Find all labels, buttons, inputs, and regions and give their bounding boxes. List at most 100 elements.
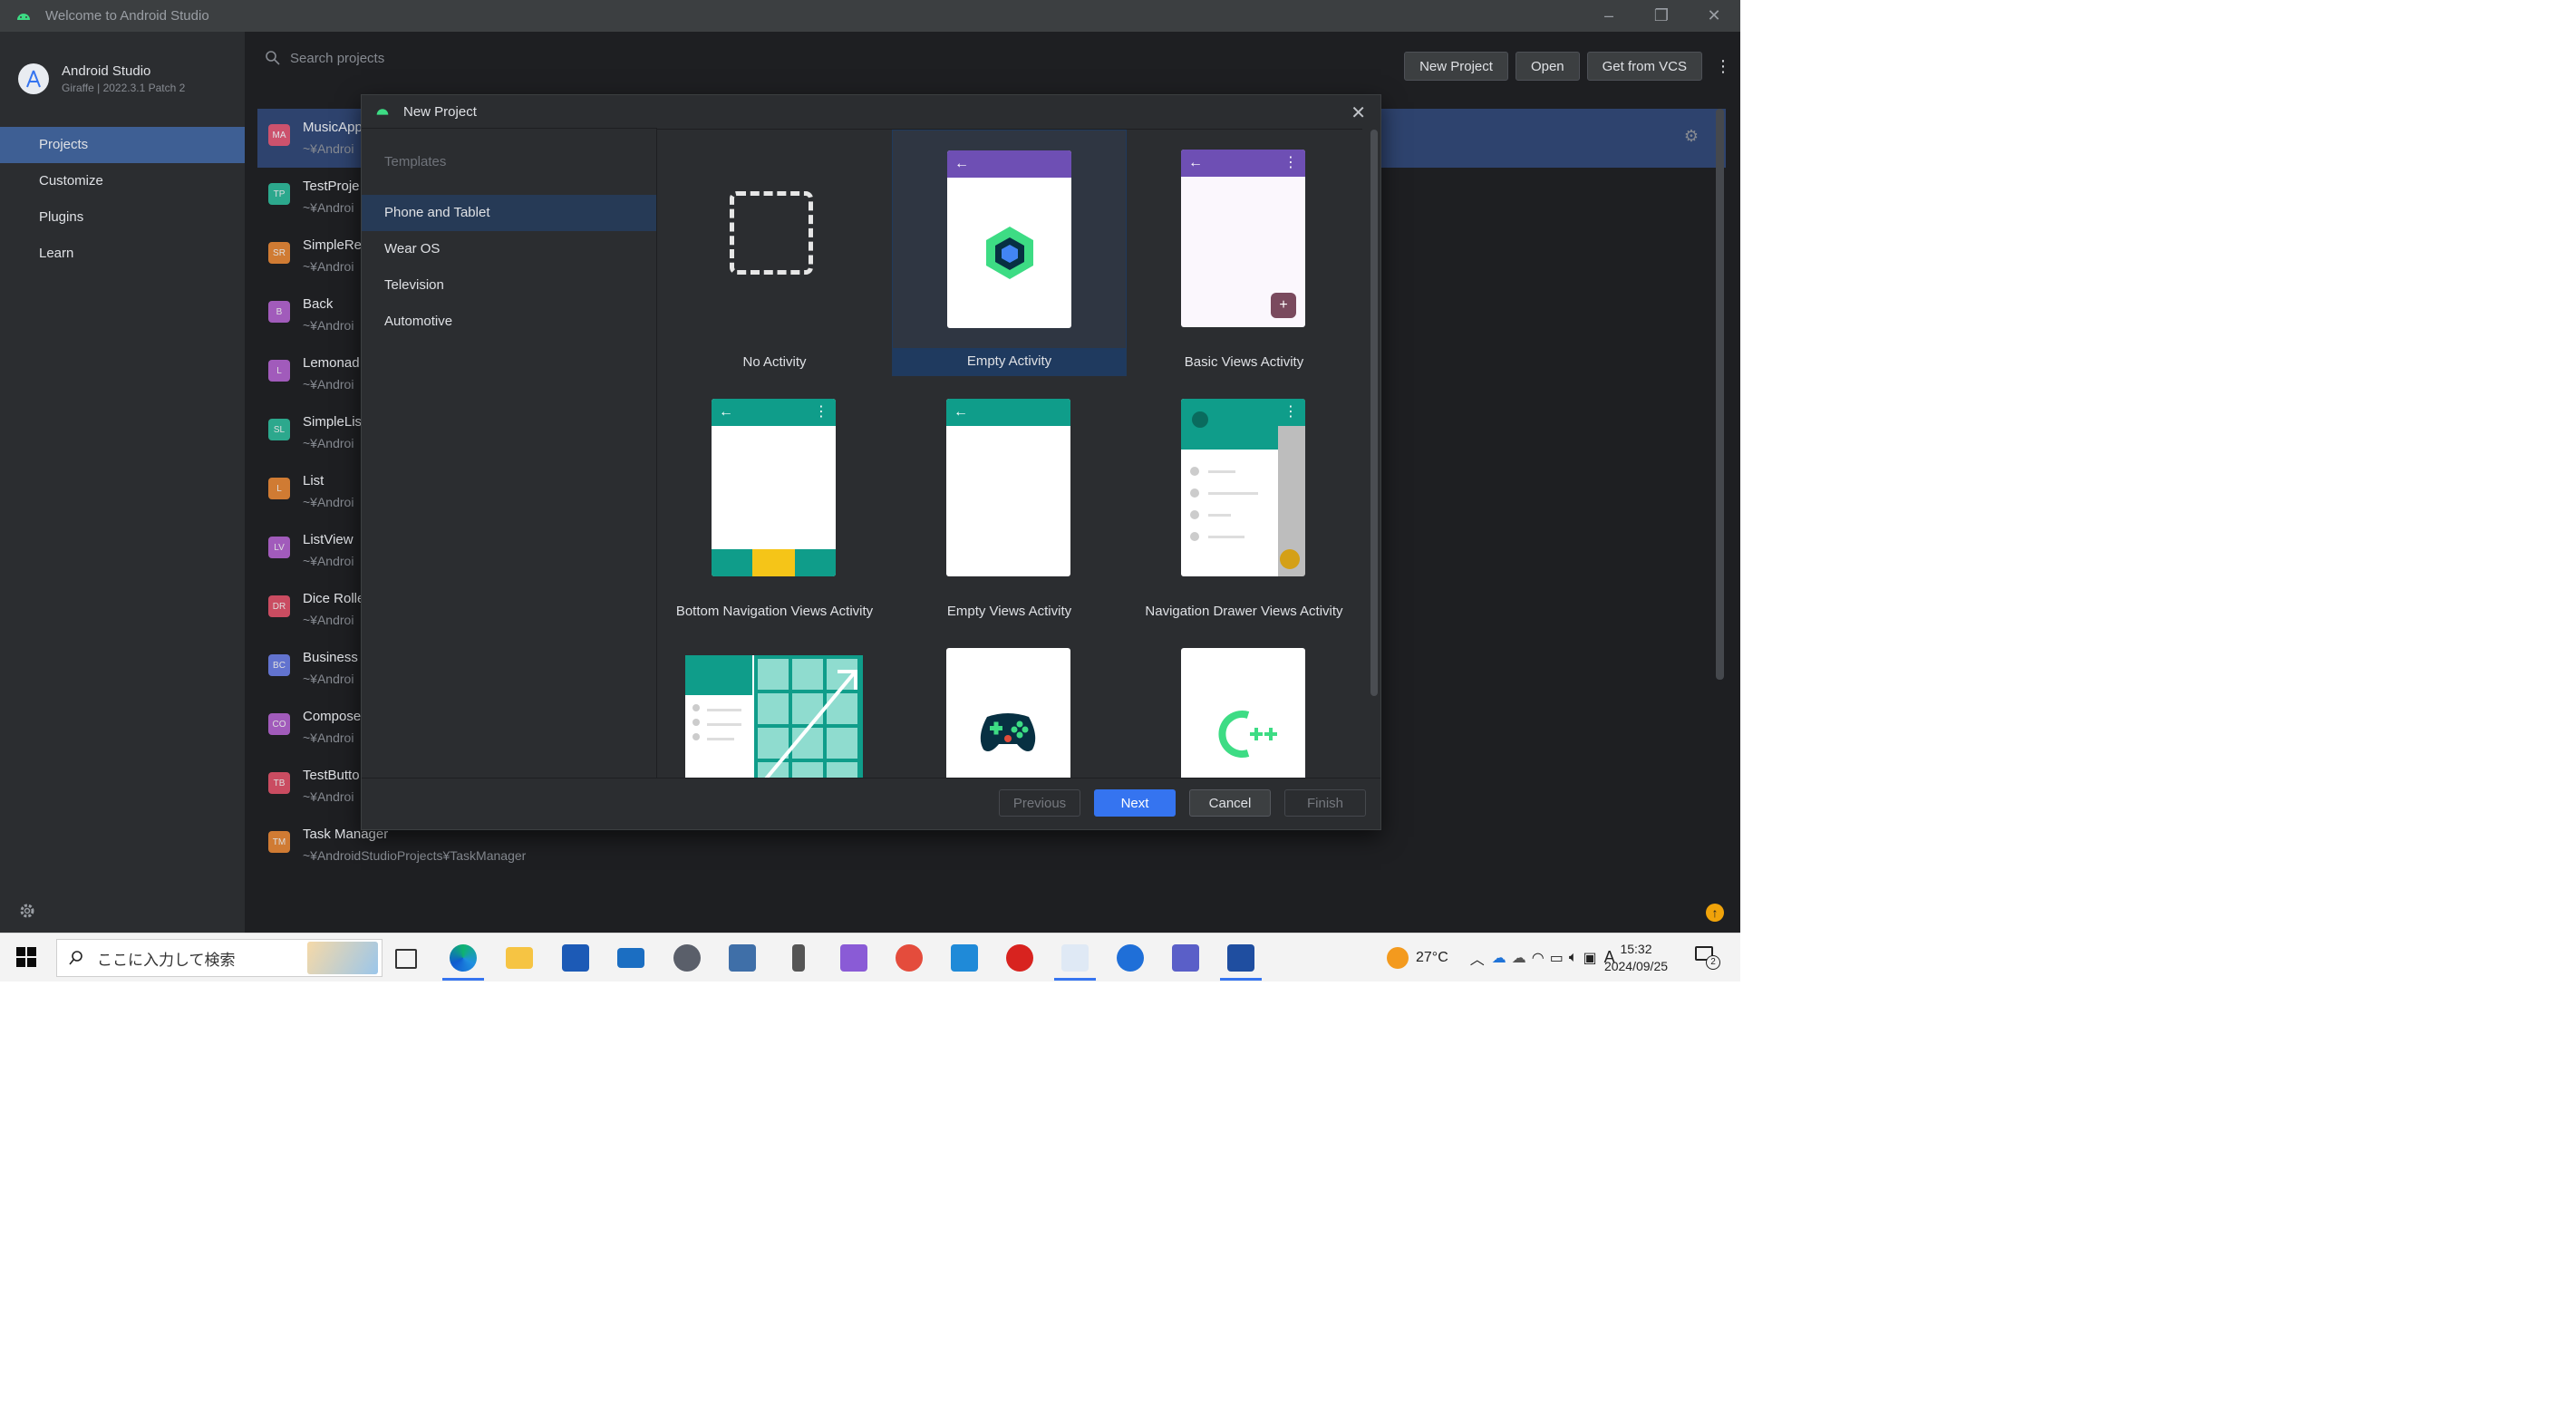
teams-icon[interactable] (1172, 944, 1199, 972)
project-badge: SR (268, 242, 290, 264)
sidebar-item-customize[interactable]: Customize (0, 163, 245, 199)
cancel-button[interactable]: Cancel (1189, 789, 1271, 817)
update-notification-icon[interactable]: ↑ (1706, 904, 1724, 922)
dialog-close-icon[interactable]: ✕ (1351, 102, 1366, 124)
project-badge: TM (268, 831, 290, 853)
new-project-dialog: New Project ✕ Templates Phone and Tablet… (361, 94, 1381, 830)
bottom-nav-bar (712, 549, 836, 576)
project-name: List (303, 473, 324, 488)
template-grid-scrollbar[interactable] (1370, 130, 1378, 696)
sidebar-nav: Projects Customize Plugins Learn (0, 127, 245, 272)
onedrive-icon[interactable]: ☁ (1492, 949, 1506, 967)
project-path: ~¥Androi (303, 495, 354, 509)
window-title: Welcome to Android Studio (45, 8, 209, 24)
clock[interactable]: 15:32 2024/09/25 (1595, 941, 1677, 975)
settings-app-icon[interactable] (729, 944, 756, 972)
sidebar-item-plugins[interactable]: Plugins (0, 199, 245, 236)
task-view-icon[interactable] (395, 949, 417, 969)
powershell-icon[interactable] (1227, 944, 1254, 972)
media-app-icon[interactable] (1006, 944, 1033, 972)
clock-time: 15:32 (1620, 942, 1652, 956)
project-name: SimpleLis (303, 414, 363, 430)
project-name: MusicApp (303, 120, 363, 135)
weather-temperature[interactable]: 27°C (1416, 950, 1448, 966)
taskbar-search-input[interactable]: ここに入力して検索 (97, 947, 236, 970)
finish-button[interactable]: Finish (1284, 789, 1366, 817)
previous-button[interactable]: Previous (999, 789, 1080, 817)
microsoft-store-icon[interactable] (562, 944, 589, 972)
get-from-vcs-button[interactable]: Get from VCS (1586, 52, 1702, 81)
mail-icon[interactable] (617, 948, 644, 968)
active-indicator (442, 978, 484, 981)
gear-icon[interactable] (18, 902, 36, 920)
template-empty-activity[interactable]: ← Empty Activity (892, 130, 1127, 376)
wifi-icon[interactable]: ◠ (1532, 949, 1545, 967)
back-arrow-icon: ← ⋮ (1181, 150, 1305, 177)
windows-start-icon[interactable] (16, 947, 36, 967)
taskbar-search[interactable]: ここに入力して検索 (56, 939, 383, 977)
fab-plus-icon: + (1271, 293, 1296, 318)
minimize-button[interactable]: – (1583, 0, 1635, 32)
search-box[interactable]: Search projects (265, 50, 384, 66)
close-button[interactable]: ✕ (1688, 0, 1740, 32)
template-bottom-navigation-views-activity[interactable]: ← ⋮ Bottom Navigation Views Activity (657, 379, 892, 625)
phone-preview: ← (947, 150, 1071, 328)
tablet-preview (685, 655, 863, 779)
project-path: ~¥Androi (303, 259, 354, 274)
project-settings-icon[interactable]: ⚙ (1684, 127, 1699, 146)
category-phone-and-tablet[interactable]: Phone and Tablet (362, 195, 656, 231)
active-indicator (1220, 978, 1262, 981)
project-badge: L (268, 360, 290, 382)
category-automotive[interactable]: Automotive (362, 304, 656, 340)
sidebar-item-projects[interactable]: Projects (0, 127, 245, 163)
sidebar-item-learn[interactable]: Learn (0, 236, 245, 272)
template-label: Basic Views Activity (1184, 354, 1304, 370)
sidebar: Android Studio Giraffe | 2022.3.1 Patch … (0, 32, 246, 933)
project-path: ~¥Androi (303, 613, 354, 627)
android-studio-taskbar-icon[interactable] (1061, 944, 1089, 972)
template-responsive-views-activity[interactable] (657, 628, 892, 779)
open-button[interactable]: Open (1515, 52, 1580, 81)
compass-icon (26, 70, 41, 88)
template-basic-views-activity[interactable]: ← ⋮ + Basic Views Activity (1127, 130, 1361, 376)
back-arrow-icon: ← (946, 399, 1070, 426)
android-icon (376, 109, 389, 115)
chevron-up-icon[interactable]: ︿ (1470, 947, 1485, 969)
file-explorer-icon[interactable] (506, 947, 533, 969)
notification-center-icon[interactable]: 2 (1695, 946, 1720, 970)
restore-button[interactable]: ❐ (1635, 0, 1688, 32)
edge-browser-icon[interactable] (450, 944, 477, 972)
new-project-button[interactable]: New Project (1404, 52, 1508, 81)
overflow-menu-icon: ⋮ (1283, 404, 1298, 420)
search-input[interactable]: Search projects (290, 51, 384, 66)
maps-icon[interactable] (1117, 944, 1144, 972)
template-native-cpp[interactable] (1127, 628, 1361, 779)
dashed-frame-icon (730, 191, 813, 275)
project-path: ~¥Androi (303, 789, 354, 804)
cloud-icon[interactable]: ☁ (1512, 949, 1526, 967)
app-name: Android Studio (62, 63, 151, 79)
compose-logo-icon (986, 227, 1033, 279)
git-client-icon[interactable] (896, 944, 923, 972)
template-empty-views-activity[interactable]: ← Empty Views Activity (892, 379, 1127, 625)
battery-icon[interactable]: ▭ (1550, 949, 1564, 967)
category-television[interactable]: Television (362, 267, 656, 304)
more-options-icon[interactable]: ⋮ (1715, 57, 1731, 76)
template-navigation-drawer-views-activity[interactable]: ⋮ Navigation Drawer Views Activity (1127, 379, 1361, 625)
weather-icon[interactable] (1387, 946, 1409, 969)
visual-studio-icon[interactable] (840, 944, 867, 972)
back-arrow-icon: ← ⋮ (712, 399, 836, 426)
vscode-icon[interactable] (951, 944, 978, 972)
template-label: Empty Activity (893, 348, 1126, 375)
project-name: Compose (303, 709, 362, 724)
template-no-activity[interactable]: No Activity (657, 130, 892, 376)
project-path: ~¥Androi (303, 672, 354, 686)
template-game-activity[interactable] (892, 628, 1127, 779)
unity-icon[interactable] (673, 944, 701, 972)
microphone-app-icon[interactable] (792, 944, 805, 972)
category-wear-os[interactable]: Wear OS (362, 231, 656, 267)
volume-icon[interactable]: 🔈︎ (1569, 950, 1578, 966)
next-button[interactable]: Next (1094, 789, 1176, 817)
template-categories-panel: Templates Phone and Tablet Wear OS Telev… (362, 128, 657, 779)
project-list-scrollbar[interactable] (1716, 109, 1724, 680)
